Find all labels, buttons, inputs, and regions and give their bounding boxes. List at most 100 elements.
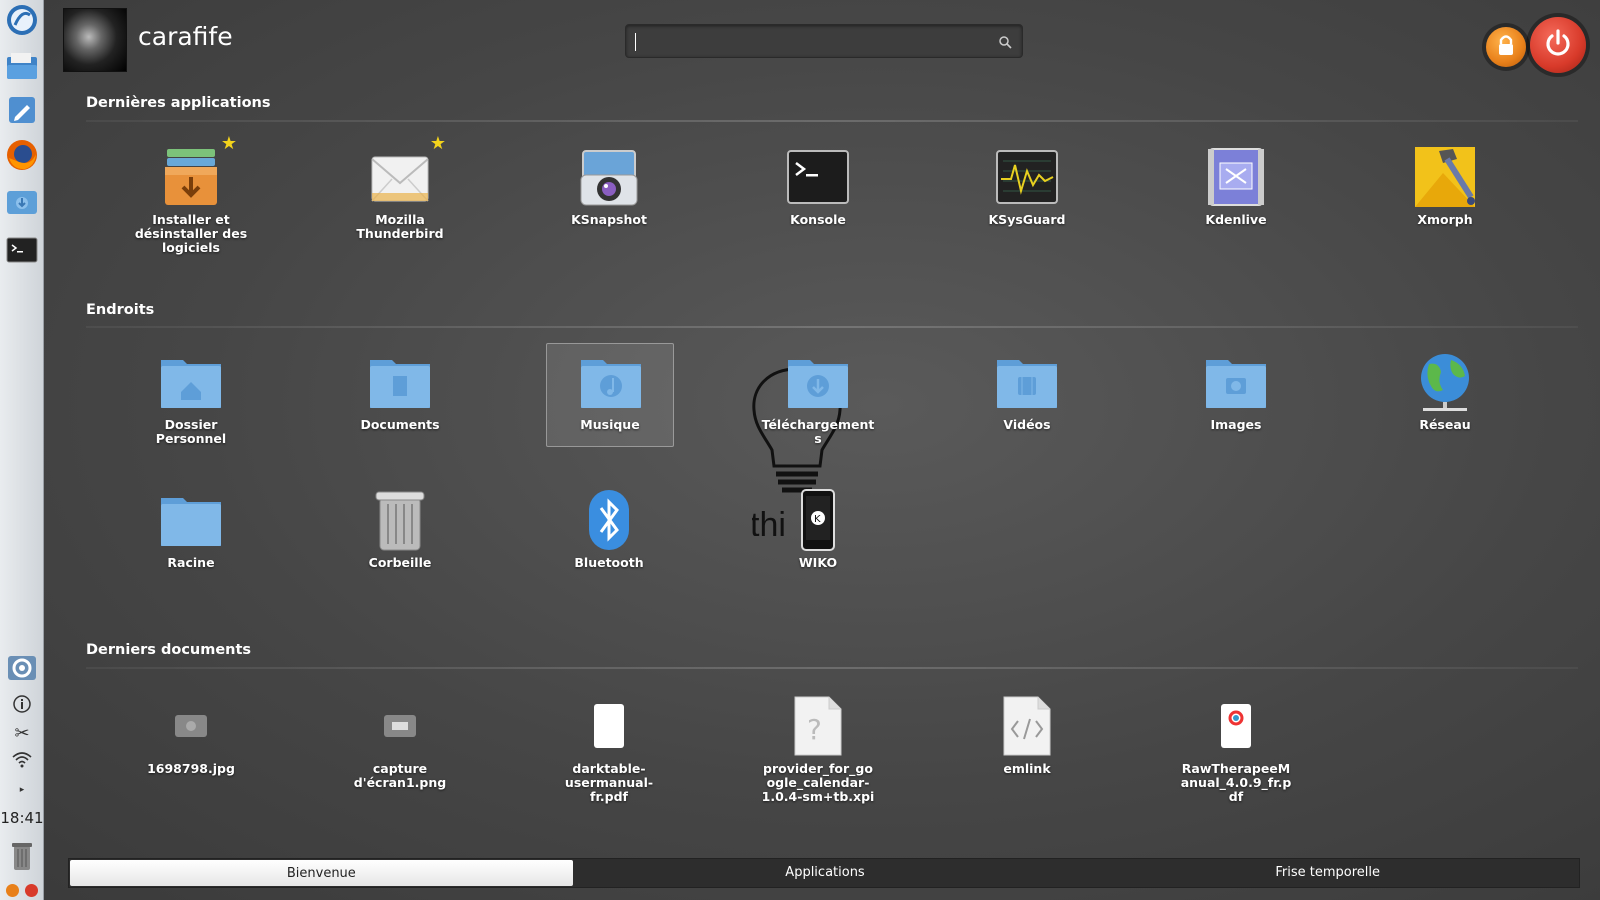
phone-icon: K <box>754 484 882 556</box>
globe-icon <box>1381 346 1509 418</box>
place-label: Bluetooth <box>574 555 644 570</box>
place-label: Corbeille <box>368 555 432 570</box>
dock-downloads-icon[interactable] <box>4 183 40 219</box>
place-root[interactable]: Racine <box>127 484 255 570</box>
doc-label: capture d'écran1.png <box>353 761 447 790</box>
dock-terminal-icon[interactable] <box>4 232 40 268</box>
doc-emlink[interactable]: emlink <box>963 690 1091 776</box>
system-monitor-icon <box>963 141 1091 213</box>
place-home[interactable]: Dossier Personnel <box>127 346 255 446</box>
left-dock: ✂ ▸ 18:41 <box>0 0 44 900</box>
app-xmorph[interactable]: Xmorph <box>1381 141 1509 227</box>
place-videos[interactable]: Vidéos <box>963 346 1091 432</box>
clock[interactable]: 18:41 <box>0 809 44 827</box>
section-title-places: Endroits <box>86 302 155 318</box>
app-thunderbird[interactable]: ★ Mozilla Thunderbird <box>336 133 464 241</box>
favorite-star-icon: ★ <box>220 133 237 154</box>
text-caret <box>635 33 636 51</box>
app-label: KSnapshot <box>571 212 647 227</box>
app-ksysguard[interactable]: KSysGuard <box>963 141 1091 227</box>
images-folder-icon <box>1172 346 1300 418</box>
code-file-icon <box>963 690 1091 762</box>
place-label: Musique <box>580 417 640 432</box>
section-divider <box>86 326 1578 328</box>
terminal-icon <box>754 141 882 213</box>
search-icon[interactable] <box>998 34 1012 53</box>
doc-label: RawTherapeeManual_4.0.9_fr.pdf <box>1180 761 1292 804</box>
doc-provider-calendar[interactable]: ? provider_for_google_calendar-1.0.4-sm+… <box>754 690 882 804</box>
dock-firefox-icon[interactable] <box>4 137 40 173</box>
dock-text-editor-icon[interactable] <box>4 92 40 128</box>
doc-darktable[interactable]: darktable-usermanual-fr.pdf <box>545 690 673 804</box>
videos-folder-icon <box>963 346 1091 418</box>
app-installer[interactable]: ★ Installer et désinstaller des logiciel… <box>127 133 255 255</box>
place-downloads[interactable]: Téléchargements <box>754 346 882 446</box>
power-button[interactable] <box>1530 17 1586 73</box>
doc-label: 1698798.jpg <box>147 761 235 776</box>
wifi-icon[interactable] <box>8 750 36 774</box>
app-label: Installer et désinstaller des logiciels <box>134 212 248 255</box>
search-input[interactable] <box>625 24 1023 58</box>
dock-launcher-icon[interactable] <box>4 2 40 38</box>
app-label: KSysGuard <box>988 212 1066 227</box>
lock-button[interactable] <box>1486 27 1526 67</box>
place-label: Images <box>1210 417 1262 432</box>
app-label: Konsole <box>790 212 846 227</box>
app-kdenlive[interactable]: Kdenlive <box>1172 141 1300 227</box>
place-documents[interactable]: Documents <box>336 346 464 432</box>
place-music[interactable]: Musique <box>546 343 674 447</box>
doc-label: darktable-usermanual-fr.pdf <box>564 761 654 804</box>
avatar[interactable] <box>63 8 127 72</box>
video-editor-icon <box>1172 141 1300 213</box>
bottom-tab-bar: Bienvenue Applications Frise temporelle <box>68 858 1580 888</box>
dock-trash-icon[interactable] <box>4 838 40 874</box>
camera-icon <box>545 141 673 213</box>
lock-icon <box>1496 34 1516 60</box>
svg-text:K: K <box>814 514 821 525</box>
scissors-icon[interactable]: ✂ <box>8 722 36 746</box>
app-konsole[interactable]: Konsole <box>754 141 882 227</box>
tab-timeline[interactable]: Frise temporelle <box>1076 859 1579 887</box>
image-file-icon <box>336 690 464 762</box>
app-label: Xmorph <box>1417 212 1473 227</box>
tab-welcome[interactable]: Bienvenue <box>70 860 573 886</box>
place-label: WIKO <box>798 555 838 570</box>
place-wiko[interactable]: K WIKO <box>754 484 882 570</box>
favorite-star-icon: ★ <box>429 133 446 154</box>
doc-rawtherapee[interactable]: RawTherapeeManual_4.0.9_fr.pdf <box>1172 690 1300 804</box>
place-label: Réseau <box>1419 417 1471 432</box>
root-folder-icon <box>127 484 255 556</box>
downloads-folder-icon <box>754 346 882 418</box>
info-icon[interactable] <box>8 694 36 718</box>
small-lock-icon[interactable] <box>6 884 19 897</box>
place-images[interactable]: Images <box>1172 346 1300 432</box>
pdf-file-icon <box>545 690 673 762</box>
unknown-file-icon: ? <box>754 690 882 762</box>
app-label: Mozilla Thunderbird <box>356 212 444 241</box>
small-power-icon[interactable] <box>25 884 38 897</box>
doc-1698798[interactable]: 1698798.jpg <box>127 690 255 776</box>
home-folder-icon <box>127 346 255 418</box>
app-ksnapshot[interactable]: KSnapshot <box>545 141 673 227</box>
username: carafife <box>138 22 233 51</box>
dock-settings-icon[interactable] <box>4 650 40 686</box>
trash-icon <box>336 484 464 556</box>
tab-applications[interactable]: Applications <box>574 859 1077 887</box>
bluetooth-icon <box>545 484 673 556</box>
svg-text:?: ? <box>807 713 822 746</box>
section-title-recent-apps: Dernières applications <box>86 95 271 111</box>
dock-session-buttons <box>2 884 42 898</box>
place-trash[interactable]: Corbeille <box>336 484 464 570</box>
doc-capture[interactable]: capture d'écran1.png <box>336 690 464 790</box>
section-divider <box>86 667 1578 669</box>
morph-icon <box>1381 141 1509 213</box>
dock-file-manager-icon[interactable] <box>4 48 40 84</box>
place-label: Dossier Personnel <box>155 417 227 446</box>
pdf-file-icon <box>1172 690 1300 762</box>
place-label: Vidéos <box>1003 417 1051 432</box>
place-bluetooth[interactable]: Bluetooth <box>545 484 673 570</box>
expand-arrow-icon[interactable]: ▸ <box>8 778 36 802</box>
place-label: Racine <box>167 555 215 570</box>
place-network[interactable]: Réseau <box>1381 346 1509 432</box>
power-icon <box>1543 28 1573 62</box>
